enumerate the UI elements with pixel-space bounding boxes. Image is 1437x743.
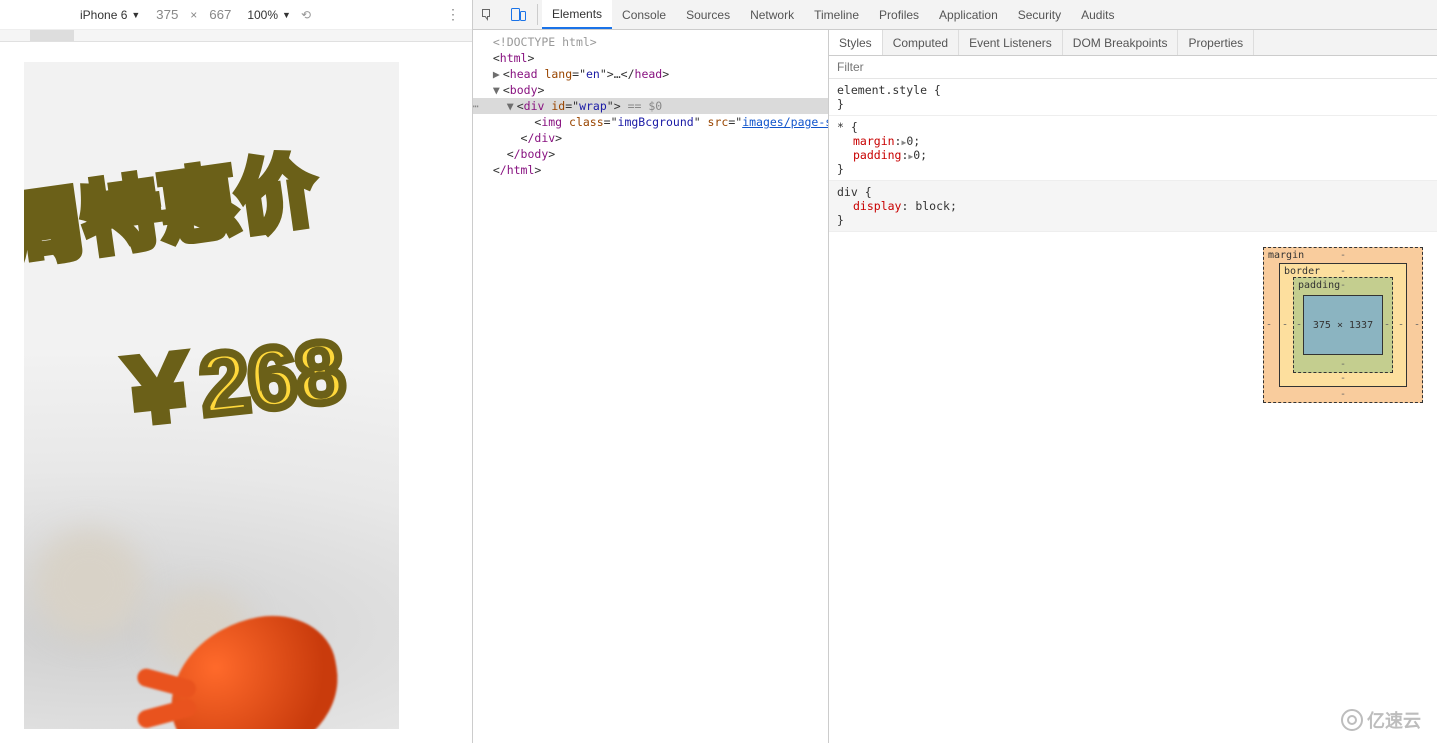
dom-body-close[interactable]: </body> xyxy=(473,146,828,162)
elements-tree[interactable]: <!DOCTYPE html> <html> ▶<head lang="en">… xyxy=(473,30,829,743)
promo-price: ￥268 xyxy=(108,300,349,448)
dimension-controls: × xyxy=(150,7,237,22)
device-name: iPhone 6 xyxy=(80,8,127,22)
height-input[interactable] xyxy=(203,7,237,22)
promo-headline: 周特惠价 xyxy=(24,151,320,272)
zoom-selector[interactable]: 100% ▼ xyxy=(247,8,291,22)
chevron-down-icon: ▼ xyxy=(131,10,140,20)
tab-computed[interactable]: Computed xyxy=(883,30,959,55)
box-model-diagram[interactable]: margin -- -- border -- -- padding -- xyxy=(1263,247,1423,403)
styles-filter-row xyxy=(829,56,1437,79)
device-toolbar: iPhone 6 ▼ × 100% ▼ ⟲ ⋮ xyxy=(0,0,472,30)
box-margin-label: margin xyxy=(1268,250,1304,261)
styles-filter-input[interactable] xyxy=(829,56,1437,78)
rule-element-style[interactable]: element.style { } xyxy=(829,79,1437,116)
page-content: 周特惠价 ￥268 xyxy=(24,62,399,729)
device-frame[interactable]: 周特惠价 ￥268 xyxy=(24,62,399,729)
rule-div-ua[interactable]: div { display: block; } xyxy=(829,181,1437,232)
rule-universal[interactable]: * { margin:▶0; padding:▶0; } xyxy=(829,116,1437,181)
preview-area: 周特惠价 ￥268 xyxy=(0,42,472,743)
tab-styles[interactable]: Styles xyxy=(829,30,883,55)
tab-properties[interactable]: Properties xyxy=(1178,30,1254,55)
dom-body-open[interactable]: ▼<body> xyxy=(473,82,828,98)
dimension-separator: × xyxy=(190,8,197,22)
tab-timeline[interactable]: Timeline xyxy=(804,0,869,29)
watermark-icon xyxy=(1341,709,1363,731)
box-content-size: 375 × 1337 xyxy=(1303,295,1383,355)
devtools-pane: Elements Console Sources Network Timelin… xyxy=(473,0,1437,743)
ruler[interactable] xyxy=(0,30,472,42)
dom-html-open[interactable]: <html> xyxy=(473,50,828,66)
styles-tabbar: Styles Computed Event Listeners DOM Brea… xyxy=(829,30,1437,56)
dom-wrap-selected[interactable]: ⋯ ▼<div id="wrap"> == $0 xyxy=(473,98,828,114)
width-input[interactable] xyxy=(150,7,184,22)
decorative-blur xyxy=(34,529,144,639)
rotate-icon[interactable]: ⟲ xyxy=(301,8,311,22)
tab-network[interactable]: Network xyxy=(740,0,804,29)
inspect-element-icon[interactable] xyxy=(473,0,503,29)
device-selector[interactable]: iPhone 6 ▼ xyxy=(10,8,140,22)
kebab-menu-icon[interactable]: ⋮ xyxy=(446,6,460,23)
box-padding-label: padding xyxy=(1298,280,1340,291)
tab-security[interactable]: Security xyxy=(1008,0,1071,29)
dom-doctype[interactable]: <!DOCTYPE html> xyxy=(473,34,828,50)
chevron-down-icon: ▼ xyxy=(282,10,291,20)
tab-console[interactable]: Console xyxy=(612,0,676,29)
tab-profiles[interactable]: Profiles xyxy=(869,0,929,29)
tab-elements[interactable]: Elements xyxy=(542,0,612,29)
dom-img[interactable]: <img class="imgBcground" src="images/pag… xyxy=(473,114,828,130)
tab-sources[interactable]: Sources xyxy=(676,0,740,29)
watermark: 亿速云 xyxy=(1341,707,1421,733)
css-rules[interactable]: element.style { } * { margin:▶0; padding… xyxy=(829,79,1437,743)
tab-application[interactable]: Application xyxy=(929,0,1008,29)
tab-event-listeners[interactable]: Event Listeners xyxy=(959,30,1063,55)
dom-head[interactable]: ▶<head lang="en">…</head> xyxy=(473,66,828,82)
devtools-tabbar: Elements Console Sources Network Timelin… xyxy=(473,0,1437,30)
box-border-label: border xyxy=(1284,266,1320,277)
tab-dom-breakpoints[interactable]: DOM Breakpoints xyxy=(1063,30,1179,55)
dom-html-close[interactable]: </html> xyxy=(473,162,828,178)
tab-audits[interactable]: Audits xyxy=(1071,0,1124,29)
dom-div-close[interactable]: </div> xyxy=(473,130,828,146)
device-preview-pane: iPhone 6 ▼ × 100% ▼ ⟲ ⋮ 周特惠价 ￥268 xyxy=(0,0,473,743)
zoom-value: 100% xyxy=(247,8,278,22)
styles-panel: Styles Computed Event Listeners DOM Brea… xyxy=(829,30,1437,743)
toggle-device-toolbar-icon[interactable] xyxy=(503,0,533,29)
